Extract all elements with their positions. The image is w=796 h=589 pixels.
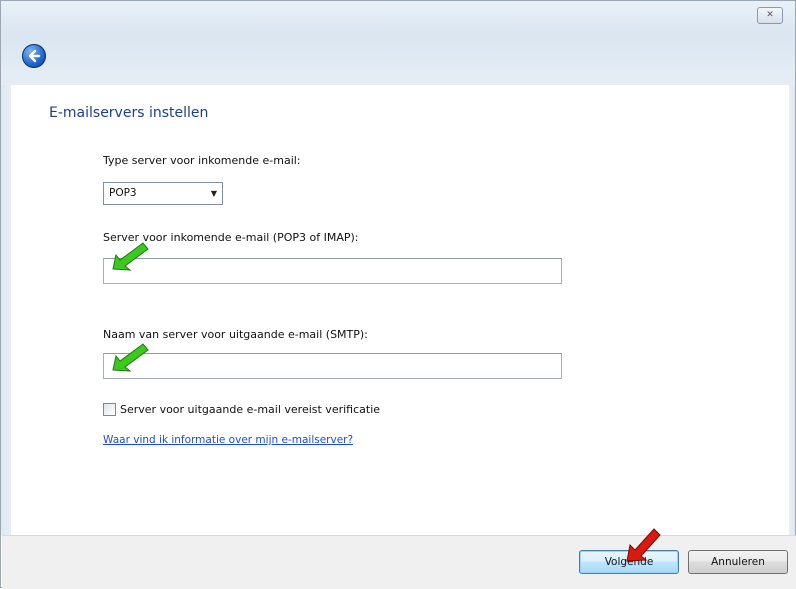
incoming-type-select[interactable]: POP3 ▼ xyxy=(103,182,223,205)
incoming-type-value: POP3 xyxy=(109,187,137,199)
outgoing-server-label: Naam van server voor uitgaande e-mail (S… xyxy=(103,328,368,341)
auth-checkbox-label[interactable]: Server voor uitgaande e-mail vereist ver… xyxy=(120,403,380,416)
content-area xyxy=(11,85,789,535)
page-title: E-mailservers instellen xyxy=(49,105,209,121)
auth-checkbox[interactable] xyxy=(103,403,116,416)
back-button[interactable] xyxy=(22,44,46,68)
incoming-server-input[interactable] xyxy=(103,258,562,284)
help-link[interactable]: Waar vind ik informatie over mijn e-mail… xyxy=(103,434,353,446)
cancel-button[interactable]: Annuleren xyxy=(688,550,788,574)
close-button[interactable]: ✕ xyxy=(757,7,783,24)
title-bar xyxy=(1,1,795,85)
outgoing-server-input[interactable] xyxy=(103,353,562,379)
incoming-server-label: Server voor inkomende e-mail (POP3 of IM… xyxy=(103,231,359,244)
frame-right xyxy=(789,85,795,535)
frame-left xyxy=(1,85,11,535)
incoming-type-label: Type server voor inkomende e-mail: xyxy=(103,154,301,167)
chevron-down-icon: ▼ xyxy=(210,189,217,198)
next-button[interactable]: Volgende xyxy=(579,550,679,574)
back-arrow-icon xyxy=(28,49,41,63)
close-icon: ✕ xyxy=(766,10,774,20)
dialog-window: ✕ E-mailservers instellen Type server vo… xyxy=(0,0,796,589)
